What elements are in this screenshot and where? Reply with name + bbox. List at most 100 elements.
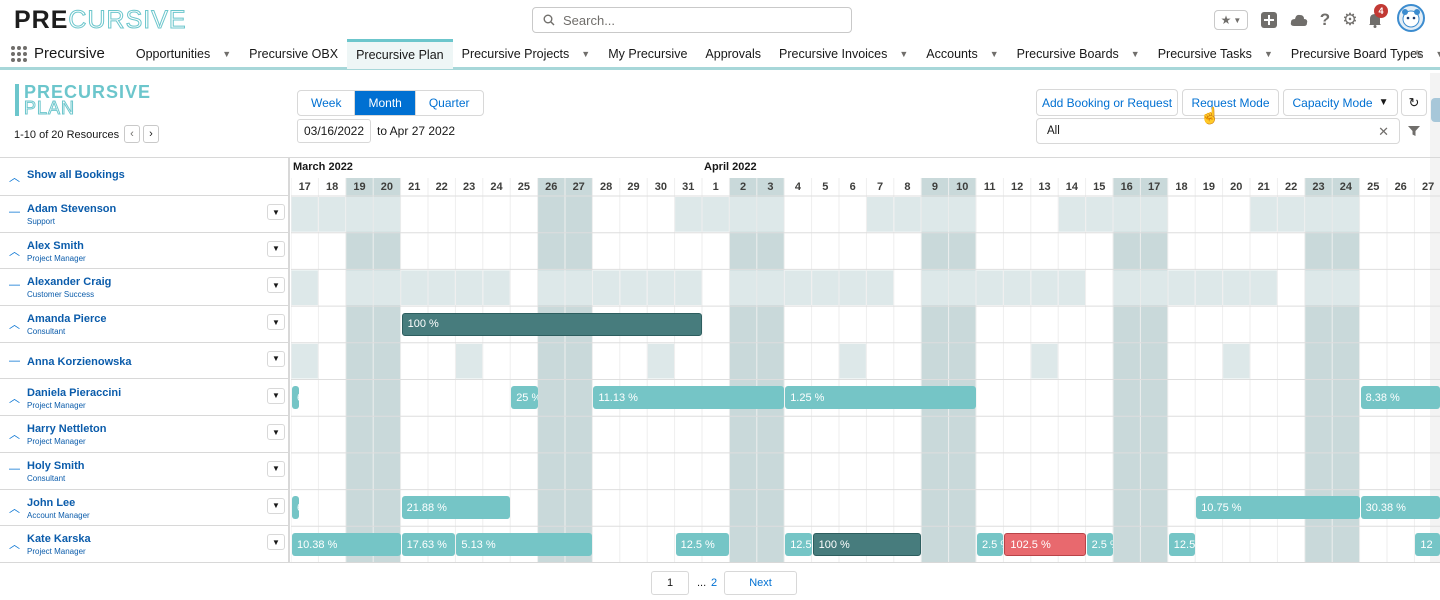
resource-row[interactable]: ︿ Harry Nettleton Project Manager ▼ <box>0 416 290 453</box>
nav-item[interactable]: Precursive Invoices ▼ <box>770 39 917 69</box>
resource-menu-button[interactable]: ▼ <box>267 240 285 257</box>
collapse-icon[interactable]: ︿ <box>9 500 20 516</box>
collapse-icon[interactable]: ︿ <box>9 426 20 442</box>
chevron-down-icon[interactable]: ▼ <box>581 49 590 59</box>
resource-row[interactable]: ︿ Alex Smith Project Manager ▼ <box>0 233 290 270</box>
nav-item[interactable]: Precursive Projects ▼ <box>453 39 600 69</box>
booking-bar[interactable]: 12.5 <box>785 533 812 557</box>
resource-menu-button[interactable]: ▼ <box>267 350 285 367</box>
resource-name[interactable]: Daniela Pieraccini <box>27 387 121 399</box>
refresh-button[interactable]: ↻ <box>1401 89 1427 116</box>
chevron-down-icon[interactable]: ▼ <box>1264 49 1273 59</box>
chevron-down-icon[interactable]: ▼ <box>1131 49 1140 59</box>
resource-row[interactable]: ︿ Kate Karska Project Manager ▼ <box>0 526 290 562</box>
resource-name[interactable]: Alexander Craig <box>27 276 111 288</box>
trailhead-button[interactable] <box>1289 10 1309 30</box>
resource-name[interactable]: Adam Stevenson <box>27 203 116 215</box>
nav-item[interactable]: Accounts ▼ <box>917 39 1007 69</box>
booking-bar[interactable]: 102.5 % <box>1004 533 1086 557</box>
nav-item[interactable]: Precursive Plan <box>347 38 453 69</box>
resource-menu-button[interactable]: ▼ <box>267 387 285 404</box>
favorites-button[interactable]: ★ ▼ <box>1214 10 1248 30</box>
chevron-down-icon[interactable]: ▼ <box>222 49 231 59</box>
precursive-logo[interactable]: PRECURSIVE <box>14 6 187 35</box>
view-month-button[interactable]: Month <box>355 91 416 115</box>
user-avatar[interactable] <box>1397 4 1425 32</box>
resource-name[interactable]: Amanda Pierce <box>27 313 106 325</box>
booking-bar[interactable]: 5.13 % <box>456 533 593 557</box>
expand-icon[interactable]: — <box>9 463 20 475</box>
chevron-down-icon[interactable]: ▼ <box>990 49 999 59</box>
booking-bar[interactable]: 100 % <box>401 312 702 336</box>
resource-row[interactable]: — Anna Korzienowska ▼ <box>0 343 290 380</box>
booking-bar[interactable]: 12.5 <box>1168 533 1196 557</box>
resource-name[interactable]: Holy Smith <box>27 460 84 472</box>
collapse-icon[interactable]: ︿ <box>9 316 20 332</box>
resource-menu-button[interactable]: ▼ <box>267 424 285 441</box>
help-icon[interactable]: ? <box>1317 10 1333 30</box>
resource-menu-button[interactable]: ▼ <box>267 314 285 331</box>
nav-item[interactable]: My Precursive <box>599 39 696 69</box>
resource-menu-button[interactable]: ▼ <box>267 460 285 477</box>
resource-name[interactable]: Kate Karska <box>27 533 91 545</box>
add-booking-button[interactable]: Add Booking or Request <box>1036 89 1178 116</box>
booking-bar[interactable]: 10.38 % <box>292 533 401 557</box>
page-number-input[interactable]: 1 <box>651 571 689 595</box>
chevron-down-icon[interactable]: ▼ <box>899 49 908 59</box>
resource-name[interactable]: Anna Korzienowska <box>27 356 132 368</box>
booking-bar[interactable]: 17.63 % <box>401 533 456 557</box>
filter-button[interactable] <box>1400 118 1428 144</box>
resource-row[interactable]: — Adam Stevenson Support ▼ <box>0 196 290 233</box>
view-week-button[interactable]: Week <box>298 91 356 115</box>
booking-bar[interactable]: 6 <box>292 496 300 520</box>
expand-icon[interactable]: — <box>9 355 20 367</box>
global-add-button[interactable] <box>1260 10 1278 30</box>
prev-resources-button[interactable]: ‹ <box>124 125 140 143</box>
resource-menu-button[interactable]: ▼ <box>267 277 285 294</box>
side-panel-toggle[interactable] <box>1431 98 1440 122</box>
nav-item[interactable]: Approvals <box>696 39 770 69</box>
booking-bar[interactable]: 12.5 % <box>675 533 730 557</box>
resource-name[interactable]: John Lee <box>27 497 75 509</box>
booking-bar[interactable]: 12 <box>1415 533 1440 557</box>
app-launcher-icon[interactable] <box>10 39 28 69</box>
collapse-icon[interactable]: ︿ <box>9 390 20 406</box>
page-2-link[interactable]: 2 <box>711 577 717 589</box>
global-search-input[interactable]: Search... <box>532 7 852 33</box>
capacity-mode-button[interactable]: Capacity Mode ▼ <box>1283 89 1398 116</box>
booking-bar[interactable]: 8.38 % <box>1360 386 1440 410</box>
collapse-icon[interactable]: ︿ <box>9 243 20 259</box>
booking-bar[interactable]: 25 % <box>511 386 538 410</box>
nav-item[interactable]: Opportunities ▼ <box>127 39 240 69</box>
edit-nav-icon[interactable]: ✎ <box>1414 48 1424 62</box>
resource-name[interactable]: Harry Nettleton <box>27 423 106 435</box>
nav-item[interactable]: Precursive Tasks ▼ <box>1149 39 1282 69</box>
clear-icon[interactable]: ✕ <box>1378 124 1389 140</box>
booking-bar[interactable]: 30.38 % <box>1360 496 1440 520</box>
expand-icon[interactable]: — <box>9 206 20 218</box>
show-all-bookings-row[interactable]: ︿ Show all Bookings <box>0 158 290 196</box>
resource-row[interactable]: — Alexander Craig Customer Success ▼ <box>0 269 290 307</box>
chevron-down-icon[interactable]: ▼ <box>1435 49 1440 59</box>
resource-menu-button[interactable]: ▼ <box>267 497 285 514</box>
resource-row[interactable]: ︿ Daniela Pieraccini Project Manager ▼ <box>0 380 290 417</box>
booking-bar[interactable]: 11.13 % <box>593 386 785 410</box>
resource-menu-button[interactable]: ▼ <box>267 534 285 551</box>
collapse-icon[interactable]: ︿ <box>9 536 20 552</box>
resource-menu-button[interactable]: ▼ <box>267 204 285 220</box>
resource-row[interactable]: ︿ Amanda Pierce Consultant ▼ <box>0 306 290 343</box>
expand-icon[interactable]: — <box>9 279 20 291</box>
booking-bar[interactable]: 21.88 % <box>401 496 511 520</box>
nav-item[interactable]: Precursive OBX <box>240 39 347 69</box>
booking-bar[interactable]: 1.25 % <box>785 386 976 410</box>
booking-bar[interactable]: 2.5 % <box>1086 533 1113 557</box>
booking-bar[interactable]: 10.75 % <box>1196 496 1360 520</box>
booking-bar[interactable]: 6 <box>292 386 300 410</box>
request-mode-button[interactable]: Request Mode <box>1182 89 1279 116</box>
booking-bar[interactable]: 100 % <box>812 533 922 557</box>
next-resources-button[interactable]: › <box>143 125 159 143</box>
booking-bar[interactable]: 2.5 % <box>977 533 1004 557</box>
resource-row[interactable]: — Holy Smith Consultant ▼ <box>0 453 290 490</box>
resource-name[interactable]: Alex Smith <box>27 240 84 252</box>
gear-icon[interactable]: ⚙ <box>1341 10 1359 30</box>
